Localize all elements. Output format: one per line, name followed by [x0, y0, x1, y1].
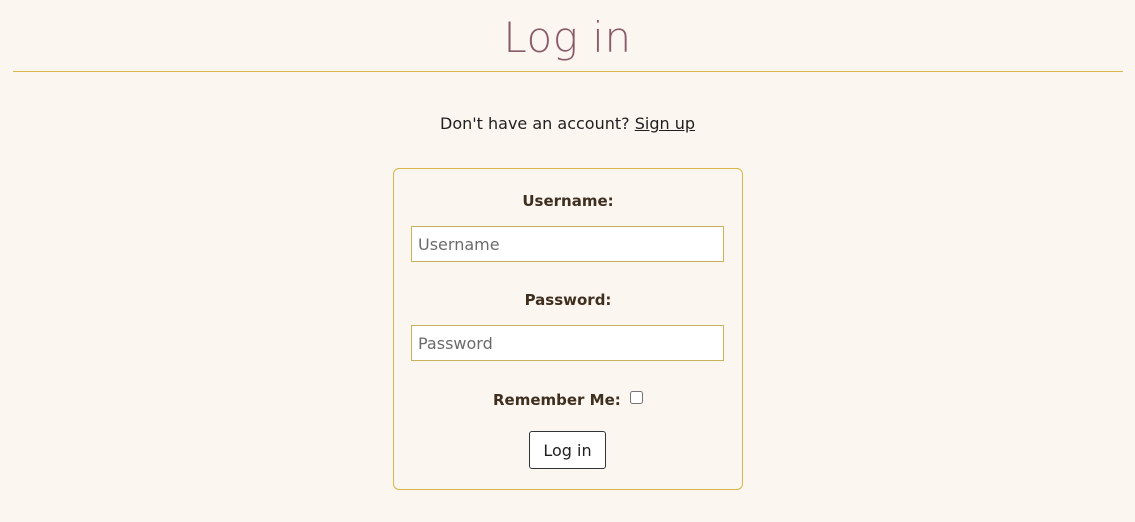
login-page: Log in Don't have an account? Sign up Us…	[0, 0, 1135, 522]
page-title: Log in	[503, 13, 632, 62]
signup-prompt-text: Don't have an account?	[440, 114, 630, 133]
password-input[interactable]	[411, 325, 724, 361]
title-divider	[13, 71, 1123, 72]
signup-prompt: Don't have an account? Sign up	[0, 113, 1135, 135]
signup-link[interactable]: Sign up	[635, 114, 695, 133]
remember-me-label: Remember Me:	[492, 391, 621, 409]
login-button[interactable]: Log in	[529, 431, 606, 469]
username-label: Username:	[522, 192, 614, 210]
login-form: Username: Password: Remember Me: Log in	[393, 168, 743, 490]
password-label: Password:	[524, 291, 612, 309]
username-input[interactable]	[411, 226, 724, 262]
remember-me-checkbox[interactable]	[630, 391, 644, 404]
remember-me-row: Remember Me:	[394, 390, 742, 410]
